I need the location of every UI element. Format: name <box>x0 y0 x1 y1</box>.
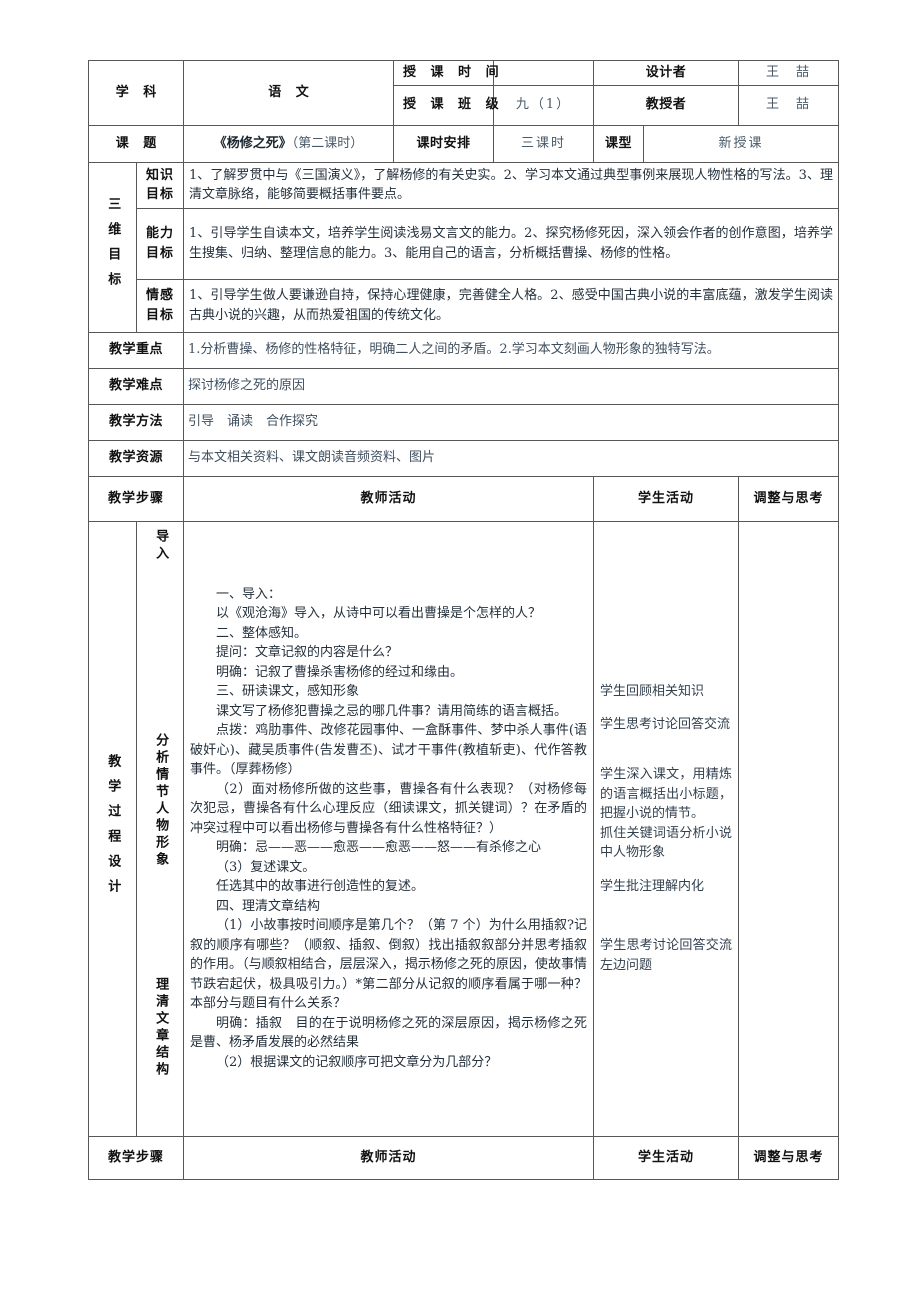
topic-subtitle: （第二课时） <box>291 135 364 151</box>
lesson-plan-page: 学 科 语 文 授 课 时 间 设计者 王 喆 授 课 班 级 九（1） 教授者… <box>0 0 920 1302</box>
student-note: 学生批注理解内化 <box>600 878 705 894</box>
resources-value[interactable]: 与本文相关资料、课文朗读音频资料、图片 <box>182 439 840 477</box>
teacher-para: 以《观沧海》导入，从诗中可以看出曹操是个怎样的人？ <box>216 606 542 622</box>
footer-col-student: 学生活动 <box>592 1135 740 1180</box>
topic-label: 课 题 <box>88 124 184 163</box>
col-header-teacher: 教师活动 <box>183 475 594 522</box>
designer-label: 设计者 <box>592 60 740 86</box>
teacher-para: 明确：忌——恶——愈恶——愈恶——怒——有杀修之心 <box>216 840 542 856</box>
student-activity-cell[interactable]: 学生回顾相关知识 学生思考讨论回答交流 学生深入课文，用精炼的语言概括出小标题，… <box>592 520 740 1137</box>
stage-analyze: 分析情节人物形象 <box>137 679 183 923</box>
goals-section-text: 三维目标 <box>105 197 121 297</box>
emotion-goal-text: 1、引导学生做人要谦逊自持，保持心理健康，完善健全人格。2、感受中国古典小说的丰… <box>182 278 840 333</box>
methods-value[interactable]: 引导 诵读 合作探究 <box>182 403 840 441</box>
goal-row-ability: 能力目标 1、引导学生自读本文，培养学生阅读浅易文言文的能力。2、探究杨修死因，… <box>89 207 840 280</box>
class-type-label: 课型 <box>593 124 644 163</box>
key-points-label: 教学重点 <box>88 331 184 369</box>
meta-row-methods: 教学方法 引导 诵读 合作探究 <box>88 403 840 441</box>
teacher-para: 点拨：鸡肋事件、改修花园事仲、一盒酥事件、梦中杀人事件(语破奸心)、藏吴质事件(… <box>190 723 587 778</box>
student-note: 抓住关键词语分析小说中人物形象 <box>600 825 733 861</box>
resources-label: 教学资源 <box>88 439 184 477</box>
teacher-para: 一、导入： <box>216 586 282 602</box>
meta-row-difficulty: 教学难点 探讨杨修之死的原因 <box>88 367 840 405</box>
topic-row: 课 题 《杨修之死》（第二课时） 课时安排 三课时 课型 新授课 <box>88 124 840 163</box>
footer-col-notes: 调整与思考 <box>738 1135 840 1180</box>
teacher-para: 明确：记叙了曹操杀害杨修的经过和缘由。 <box>216 664 464 680</box>
student-note: 学生思考讨论回答交流 <box>600 716 731 732</box>
col-header-step: 教学步骤 <box>88 475 184 522</box>
stage-intro-text: 导入 <box>153 528 169 563</box>
subject-label: 学 科 <box>88 60 184 126</box>
goal-row-emotion: 情感目标 1、引导学生做人要谦逊自持，保持心理健康，完善健全人格。2、感受中国古… <box>89 278 840 333</box>
teacher-para: （2）根据课文的记叙顺序可把文章分为几部分？ <box>216 1054 498 1070</box>
stage-structure-text: 理清文章结构 <box>153 976 169 1079</box>
meta-row-key-points: 教学重点 1.分析曹操、杨修的性格特征，明确二人之间的矛盾。2.学习本文刻画人物… <box>88 331 840 369</box>
key-points-value[interactable]: 1.分析曹操、杨修的性格特征，明确二人之间的矛盾。2.学习本文刻画人物形象的独特… <box>182 331 840 369</box>
subject-value: 语 文 <box>183 60 394 126</box>
emotion-goal-label: 情感目标 <box>136 278 184 333</box>
meta-row-resources: 教学资源 与本文相关资料、课文朗读音频资料、图片 <box>88 439 840 477</box>
difficulty-value[interactable]: 探讨杨修之死的原因 <box>182 367 840 405</box>
process-body-row: 教学过程设计 导入 分析情节人物形象 理清文章结构 一、导入： 以《观沧海》导入… <box>88 520 840 1137</box>
teacher-value[interactable]: 王 喆 <box>738 84 840 126</box>
class-time-value[interactable] <box>493 60 594 86</box>
teacher-para: 课文写了杨修犯曹操之忌的哪几件事？请用简练的语言概括。 <box>216 703 568 719</box>
process-section-label: 教学过程设计 <box>88 520 137 1137</box>
period-label: 课时安排 <box>393 124 494 163</box>
teacher-para: 四、理清文章结构 <box>216 898 321 914</box>
lesson-plan-table: 学 科 语 文 授 课 时 间 设计者 王 喆 授 课 班 级 九（1） 教授者… <box>88 60 840 1180</box>
col-header-student: 学生活动 <box>592 475 740 522</box>
col-header-notes: 调整与思考 <box>738 475 840 522</box>
process-footer-row: 教学步骤 教师活动 学生活动 调整与思考 <box>88 1135 840 1180</box>
teacher-para: 明确：插叙 目的在于说明杨修之死的深层原因，揭示杨修之死是曹、杨矛盾发展的必然结… <box>190 1015 587 1051</box>
teacher-para: 提问：文章记叙的内容是什么？ <box>216 645 399 661</box>
stage-analyze-text: 分析情节人物形象 <box>153 732 169 869</box>
student-note: 学生深入课文，用精炼的语言概括出小标题，把握小说的情节。 <box>600 767 733 822</box>
designer-value[interactable]: 王 喆 <box>738 60 840 86</box>
ability-goal-label: 能力目标 <box>136 207 184 280</box>
class-value[interactable]: 九（1） <box>493 84 594 126</box>
class-label: 授 课 班 级 <box>393 84 499 126</box>
teacher-label: 教授者 <box>592 84 740 126</box>
ability-goal-text: 1、引导学生自读本文，培养学生阅读浅易文言文的能力。2、探究杨修死因，深入领会作… <box>182 207 840 280</box>
teacher-para: 任选其中的故事进行创造性的复述。 <box>216 879 425 895</box>
process-header-row: 教学步骤 教师活动 学生活动 调整与思考 <box>88 475 840 522</box>
process-section-text: 教学过程设计 <box>105 753 121 904</box>
topic-value[interactable]: 《杨修之死》（第二课时） <box>183 124 394 163</box>
teacher-activity-cell[interactable]: 一、导入： 以《观沧海》导入，从诗中可以看出曹操是个怎样的人？ 二、整体感知。 … <box>183 520 594 1137</box>
knowledge-goal-text: 1、了解罗贯中与《三国演义》，了解杨修的有关史实。2、学习本文通过典型事例来展现… <box>182 161 840 209</box>
period-value[interactable]: 三课时 <box>493 124 594 163</box>
stage-structure: 理清文章结构 <box>137 923 183 1133</box>
teacher-para: （3）复述课文。 <box>216 859 316 875</box>
stage-subcolumn: 导入 分析情节人物形象 理清文章结构 <box>136 520 184 1137</box>
teacher-para: （1）小故事按时间顺序是第几个？（第 7 个）为什么用插叙?记叙的顺序有哪些？（… <box>190 918 587 1012</box>
methods-label: 教学方法 <box>88 403 184 441</box>
difficulty-label: 教学难点 <box>88 367 184 405</box>
topic-title: 《杨修之死》 <box>213 135 292 151</box>
student-note: 学生回顾相关知识 <box>600 683 705 699</box>
footer-col-step: 教学步骤 <box>88 1135 184 1180</box>
goals-section-label: 三维目标 <box>88 161 137 333</box>
teacher-para: 二、整体感知。 <box>216 625 308 641</box>
knowledge-goal-label: 知识目标 <box>136 161 184 209</box>
student-note: 学生思考讨论回答交流左边问题 <box>600 938 733 973</box>
footer-col-teacher: 教师活动 <box>183 1135 594 1180</box>
class-time-label: 授 课 时 间 <box>393 60 499 86</box>
class-type-value[interactable]: 新授课 <box>642 124 840 163</box>
goal-row-knowledge: 三维目标 知识目标 1、了解罗贯中与《三国演义》，了解杨修的有关史实。2、学习本… <box>88 161 840 333</box>
stage-intro: 导入 <box>137 525 183 679</box>
teacher-para: 三、研读课文，感知形象 <box>216 684 360 700</box>
notes-cell[interactable] <box>738 520 840 1137</box>
teacher-para: （2）面对杨修所做的这些事，曹操各有什么表现？（对杨修每次犯忌，曹操各有什么心理… <box>190 781 587 836</box>
header-row-1: 学 科 语 文 授 课 时 间 设计者 王 喆 <box>88 60 840 126</box>
